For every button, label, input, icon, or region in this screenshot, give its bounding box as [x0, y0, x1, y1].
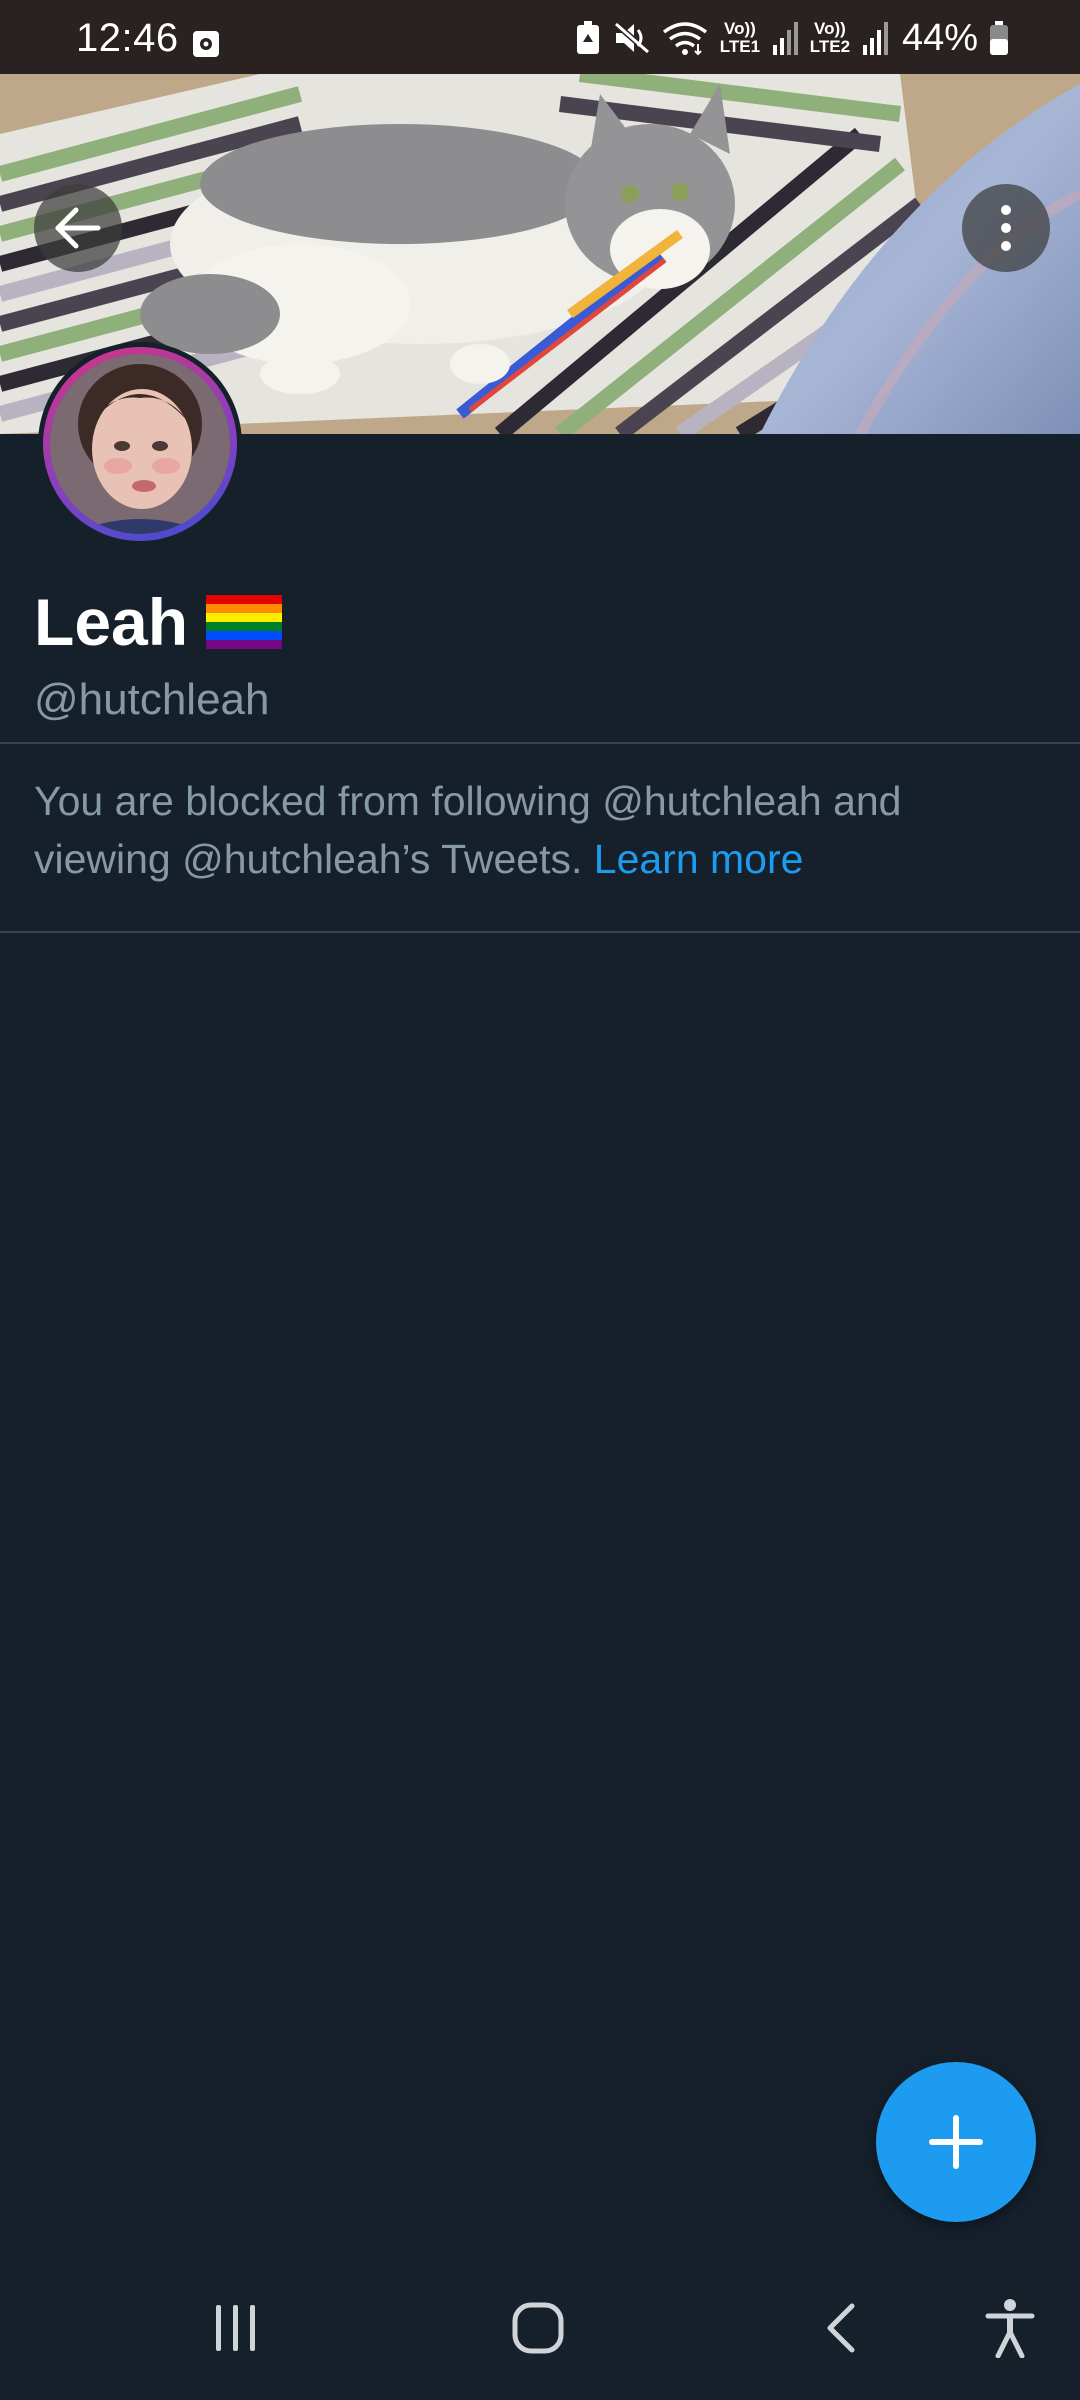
system-back-button[interactable]: [802, 2288, 882, 2368]
signal-icon-2: [862, 22, 888, 55]
learn-more-link[interactable]: Learn more: [594, 836, 804, 882]
battery-saver-icon: [576, 21, 599, 54]
compose-tweet-button[interactable]: [876, 2062, 1036, 2222]
mute-icon: [613, 21, 650, 55]
more-vertical-icon: [1001, 205, 1011, 251]
accessibility-icon: [985, 2299, 1035, 2358]
home-button[interactable]: [498, 2288, 578, 2368]
avatar[interactable]: [38, 342, 242, 546]
back-chevron-icon: [827, 2303, 855, 2353]
navigation-bar: [0, 2248, 1080, 2400]
home-icon: [512, 2302, 564, 2354]
wifi-icon: [662, 22, 707, 56]
rainbow-flag-icon: [206, 595, 283, 649]
plus-icon: [929, 2115, 983, 2169]
divider-top: [0, 742, 1080, 744]
profile-screen: 12:46 Vo)) LTE1 Vo)) LTE2 44% Leah @hutc…: [0, 0, 1080, 2400]
signal-icon-1: [772, 22, 798, 55]
arrow-left-icon: [55, 207, 101, 249]
status-time: 12:46: [76, 16, 179, 60]
avatar-ring: [43, 347, 237, 541]
battery-percentage: 44%: [901, 17, 978, 59]
blocked-message: You are blocked from following @hutchlea…: [34, 772, 1044, 888]
back-button[interactable]: [34, 184, 122, 272]
lte1-label: Vo)) LTE1: [719, 19, 761, 56]
profile-handle: @hutchleah: [34, 675, 270, 724]
notification-icon: [193, 31, 219, 57]
battery-icon: [990, 21, 1008, 55]
more-options-button[interactable]: [962, 184, 1050, 272]
status-bar: 12:46 Vo)) LTE1 Vo)) LTE2 44%: [0, 0, 1080, 74]
divider-bottom: [0, 931, 1080, 933]
profile-name: Leah: [34, 585, 189, 659]
recents-icon: [216, 2305, 255, 2351]
profile-name-row: Leah: [34, 584, 283, 660]
recents-button[interactable]: [196, 2288, 276, 2368]
avatar-photo: [50, 354, 230, 534]
lte2-label: Vo)) LTE2: [809, 19, 851, 56]
accessibility-button[interactable]: [970, 2288, 1050, 2368]
status-icons: Vo)) LTE1 Vo)) LTE2 44%: [574, 14, 1010, 62]
